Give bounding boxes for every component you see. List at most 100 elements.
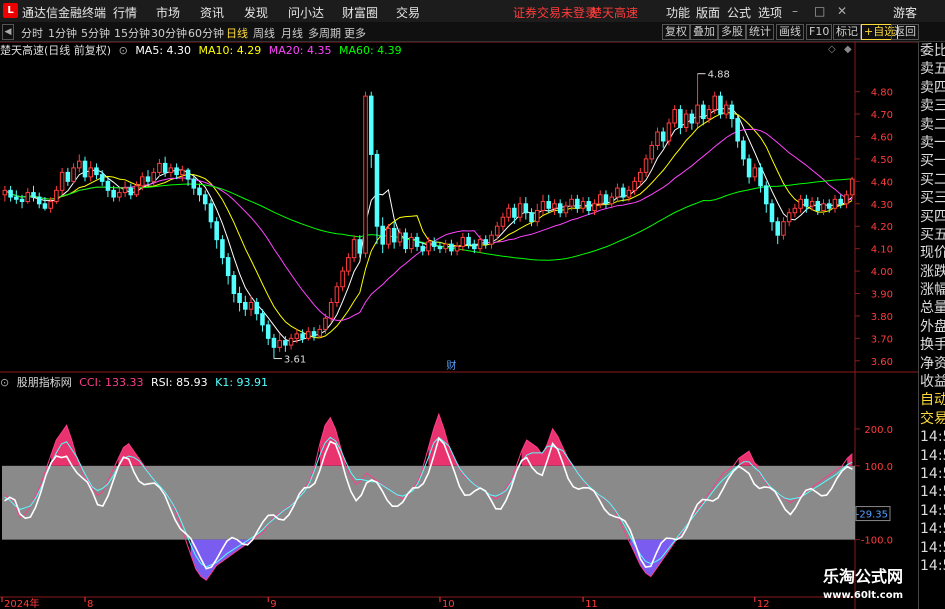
tab-daily[interactable]: 日线 [226, 25, 248, 41]
candle-body [506, 207, 511, 218]
candle-body [826, 203, 832, 209]
candle-body [838, 198, 843, 205]
candle-body [529, 212, 534, 223]
side-item-buy4[interactable]: 买四 [919, 208, 945, 226]
menu-item-jiaoyi[interactable]: 交易 [396, 4, 420, 21]
side-item-sell1[interactable]: 卖一 [919, 134, 945, 152]
side-item-sell5[interactable]: 卖五 [919, 60, 945, 78]
candle-body [746, 158, 752, 178]
side-item-buy5[interactable]: 买五 [919, 226, 945, 244]
candle-body [701, 104, 706, 120]
candle-body [340, 270, 345, 288]
user-guest[interactable]: 游客 [893, 4, 917, 21]
candle-body [575, 198, 580, 209]
statistics-button[interactable]: 统计 [746, 24, 774, 40]
mark-button[interactable]: 标记 [833, 24, 861, 40]
tab-1min[interactable]: 1分钟 [48, 25, 77, 41]
side-item-sell2[interactable]: 卖二 [919, 116, 945, 134]
collapse-arrow-icon[interactable]: ◀ [2, 24, 14, 40]
candle-body [191, 178, 197, 189]
candle-body [128, 187, 134, 196]
menu-item-faxian[interactable]: 发现 [244, 4, 268, 21]
side-item-earnings[interactable]: 收益 [919, 373, 945, 391]
menu-item-shichang[interactable]: 市场 [156, 4, 180, 21]
candle-body [8, 189, 13, 198]
candle-body [202, 194, 208, 205]
candle-body [477, 239, 483, 250]
tab-more[interactable]: 更多 [344, 25, 366, 41]
side-item-weibi[interactable]: 委比 [919, 42, 945, 60]
candle-body [786, 212, 792, 223]
candle-body [534, 210, 540, 223]
candle-body [844, 194, 849, 205]
candle-body [168, 167, 174, 173]
tab-30min[interactable]: 30分钟 [151, 25, 187, 41]
side-item-change-pct[interactable]: 涨幅 [919, 281, 945, 299]
maximize-icon[interactable]: □ [814, 4, 825, 18]
candle-body [752, 167, 758, 178]
candle-body [781, 221, 786, 236]
side-item-change[interactable]: 涨跌 [919, 263, 945, 281]
side-item-buy1[interactable]: 买一 [919, 152, 945, 170]
side-item-buy3[interactable]: 买三 [919, 189, 945, 207]
tab-multi-period[interactable]: 多周期 [308, 25, 341, 41]
side-item-net-assets[interactable]: 净资 [919, 355, 945, 373]
price-axis-label: 3.80 [871, 312, 893, 323]
side-item-outer[interactable]: 外盘 [919, 318, 945, 336]
candle-body [603, 194, 609, 205]
menu-item-banmian[interactable]: 版面 [696, 4, 720, 21]
multi-stock-button[interactable]: 多股 [718, 24, 746, 40]
candle-body [122, 187, 128, 194]
menu-item-zixun[interactable]: 资讯 [200, 4, 224, 21]
menu-item-wenxiaoda[interactable]: 问小达 [288, 4, 324, 21]
overlay-button[interactable]: 叠加 [690, 24, 718, 40]
candle-body [729, 104, 735, 120]
tab-weekly[interactable]: 周线 [253, 25, 275, 41]
restore-rights-button[interactable]: 复权 [662, 24, 690, 40]
candle-body [449, 243, 454, 252]
candle-body [426, 241, 431, 252]
price-axis-label: 4.60 [871, 133, 893, 144]
back-button[interactable]: 返回 [891, 24, 919, 40]
menu-item-hangqing[interactable]: 行情 [113, 4, 137, 21]
candle-body [260, 313, 265, 326]
candle-body [735, 118, 740, 142]
candle-body [626, 189, 632, 198]
x-axis-label: 2024年 [4, 597, 39, 609]
candle-body [597, 194, 603, 205]
side-item-buy2[interactable]: 买二 [919, 171, 945, 189]
candle-body [437, 245, 443, 250]
tab-60min[interactable]: 60分钟 [188, 25, 224, 41]
side-time-1: 14:56 [920, 429, 945, 446]
candle-body [609, 196, 614, 205]
side-item-auto[interactable]: 自动 [919, 391, 945, 409]
side-time-8: 14:56 [920, 557, 945, 574]
side-item-price[interactable]: 现价 [919, 244, 945, 262]
side-item-sell3[interactable]: 卖三 [919, 97, 945, 115]
close-icon[interactable]: ✕ [837, 4, 847, 18]
draw-line-button[interactable]: 画线 [776, 24, 804, 40]
side-item-trade[interactable]: 交易 [919, 410, 945, 428]
login-alert[interactable]: 证券交易未登录 [513, 4, 597, 21]
finance-marker[interactable]: 财 [446, 359, 456, 372]
menu-item-gongshi[interactable]: 公式 [727, 4, 751, 21]
tab-monthly[interactable]: 月线 [281, 25, 303, 41]
candle-body [368, 95, 374, 155]
f10-button[interactable]: F10 [806, 24, 833, 40]
side-time-6: 14:56 [920, 521, 945, 538]
kline-chart[interactable]: 3.60 3.70 3.80 3.90 4.00 4.10 4.20 4.30 4.40 4.50… [0, 42, 918, 609]
tab-fenshi[interactable]: 分时 [21, 25, 43, 41]
side-item-volume[interactable]: 总量 [919, 299, 945, 317]
side-item-turnover[interactable]: 换手 [919, 336, 945, 354]
diamond-icon[interactable]: ◆ [844, 44, 852, 55]
candle-body [363, 95, 368, 254]
side-item-sell4[interactable]: 卖四 [919, 79, 945, 97]
diamond-icon[interactable]: ◇ [828, 44, 836, 55]
tab-15min[interactable]: 15分钟 [114, 25, 150, 41]
minimize-icon[interactable]: – [792, 4, 798, 18]
menu-item-caifuquan[interactable]: 财富圈 [342, 4, 378, 21]
candle-body [403, 232, 408, 250]
tab-5min[interactable]: 5分钟 [81, 25, 110, 41]
menu-item-xuanxiang[interactable]: 选项 [758, 4, 782, 21]
menu-item-gongneng[interactable]: 功能 [666, 4, 690, 21]
